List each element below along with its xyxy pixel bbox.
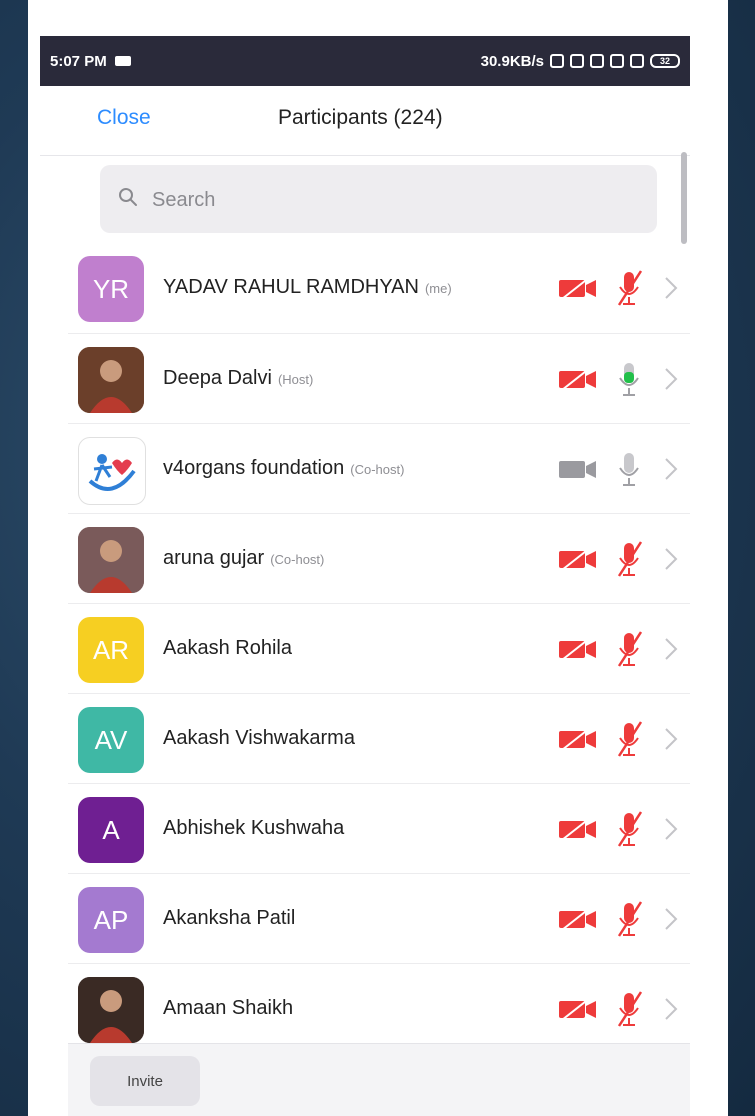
participant-row[interactable]: AV Aakash Vishwakarma [68, 693, 690, 783]
participant-name: Aakash Vishwakarma [163, 727, 355, 750]
search-icon [119, 188, 137, 206]
status-bar-right: 30.9KB/s 32 [481, 53, 680, 70]
participant-name-text: Aakash Rohila [163, 637, 292, 659]
wifi-icon [630, 54, 644, 68]
headphones-icon [550, 54, 564, 68]
logo-image [88, 454, 136, 491]
chevron-right-icon [665, 908, 678, 930]
participant-name-text: YADAV RAHUL RAMDHYAN [163, 276, 419, 298]
avatar: A [78, 797, 144, 863]
battery-icon: 32 [650, 54, 680, 68]
participant-row[interactable]: A Abhishek Kushwaha [68, 783, 690, 873]
avatar [78, 977, 144, 1043]
avatar: AP [78, 887, 144, 953]
avatar: AR [78, 617, 144, 683]
header-bar: Close Participants (224) [40, 86, 690, 156]
participant-role: (Host) [277, 372, 314, 387]
video-off-icon [559, 907, 596, 931]
chevron-right-icon [665, 638, 678, 660]
chevron-right-icon [665, 728, 678, 750]
avatar: AV [78, 707, 144, 773]
mic-muted-icon [617, 901, 643, 937]
video-off-icon [559, 367, 596, 391]
avatar-initials: A [102, 814, 120, 845]
participant-name-text: Amaan Shaikh [163, 997, 294, 1019]
avatar [78, 437, 146, 505]
participant-name: YADAV RAHUL RAMDHYAN (me) [163, 276, 452, 299]
participant-row[interactable]: AP Akanksha Patil [68, 873, 690, 963]
close-button[interactable]: Close [97, 106, 151, 130]
participant-role: (Co-host) [270, 552, 325, 567]
video-off-icon [559, 997, 596, 1021]
mic-muted-icon [617, 721, 643, 757]
chevron-right-icon [665, 548, 678, 570]
mic-muted-icon [617, 991, 643, 1027]
participant-row[interactable]: AR Aakash Rohila [68, 603, 690, 693]
mic-muted-icon [617, 811, 643, 847]
chevron-right-icon [665, 998, 678, 1020]
participant-name: Aakash Rohila [163, 637, 292, 660]
chevron-right-icon [665, 277, 678, 299]
chevron-right-icon [665, 458, 678, 480]
photo-image [78, 977, 144, 1043]
participant-name: Abhishek Kushwaha [163, 817, 344, 840]
participant-row[interactable]: Deepa Dalvi (Host) [68, 333, 690, 423]
participant-name: v4organs foundation (Co-host) [163, 457, 404, 480]
status-bar-left: 5:07 PM [50, 53, 131, 70]
participant-name-text: v4organs foundation [163, 457, 345, 479]
search-bar[interactable] [100, 165, 657, 233]
avatar-initials: AV [94, 724, 128, 755]
video-off-icon [559, 817, 596, 841]
mic-icon [619, 453, 639, 486]
alarm-icon [590, 54, 604, 68]
participant-row[interactable]: v4organs foundation (Co-host) [68, 423, 690, 513]
participant-name: Amaan Shaikh [163, 997, 293, 1020]
participant-role: (Co-host) [350, 462, 405, 477]
participant-row[interactable]: aruna gujar (Co-host) [68, 513, 690, 603]
mic-muted-icon [617, 541, 643, 577]
video-off-icon [559, 727, 596, 751]
status-time: 5:07 PM [50, 52, 107, 70]
status-bar: 5:07 PM 30.9KB/s 32 [40, 36, 690, 86]
page-title: Participants (224) [278, 106, 443, 129]
network-speed: 30.9KB/s [480, 52, 544, 70]
screen-record-icon [114, 56, 131, 66]
video-icon [559, 461, 596, 478]
video-off-icon [559, 637, 596, 661]
mic-muted-icon [617, 631, 643, 667]
video-off-icon [559, 276, 596, 300]
participant-role: (me) [424, 281, 452, 296]
bottom-toolbar: Invite [68, 1043, 690, 1116]
participant-name-text: Deepa Dalvi [163, 367, 272, 389]
participant-name: aruna gujar (Co-host) [163, 547, 324, 570]
participant-name: Akanksha Patil [163, 907, 295, 930]
avatar: YR [78, 256, 144, 322]
participant-name: Deepa Dalvi (Host) [163, 367, 313, 390]
participant-name-text: Abhishek Kushwaha [163, 817, 345, 839]
photo-image [78, 347, 144, 413]
scrollbar[interactable] [681, 152, 687, 244]
avatar-initials: AR [92, 634, 130, 665]
participant-list: YR YADAV RAHUL RAMDHYAN (me) Deepa Dalvi (Ho… [68, 243, 690, 1053]
signal-icon [610, 54, 624, 68]
avatar-initials: YR [92, 273, 130, 304]
avatar [78, 527, 144, 593]
mic-active-icon [619, 363, 639, 396]
mic-muted-icon [617, 270, 643, 306]
invite-button[interactable]: Invite [90, 1056, 200, 1106]
participant-name-text: Akanksha Patil [163, 907, 296, 929]
participant-row[interactable]: YR YADAV RAHUL RAMDHYAN (me) [68, 243, 690, 333]
settings-icon [570, 54, 584, 68]
chevron-right-icon [665, 368, 678, 390]
video-off-icon [559, 547, 596, 571]
chevron-right-icon [665, 818, 678, 840]
avatar-initials: AP [93, 904, 129, 935]
avatar [78, 347, 144, 413]
participant-name-text: Aakash Vishwakarma [163, 727, 355, 749]
photo-image [78, 527, 144, 593]
participant-name-text: aruna gujar [163, 547, 265, 569]
participant-row[interactable]: Amaan Shaikh [68, 963, 690, 1053]
search-input[interactable] [150, 183, 634, 217]
